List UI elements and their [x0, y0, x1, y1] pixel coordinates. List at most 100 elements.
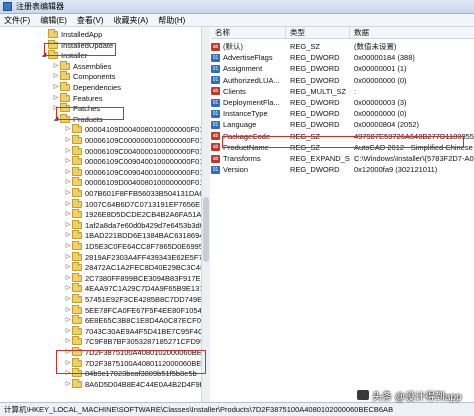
expand-toggle-icon[interactable]: ▷ [52, 103, 60, 114]
expand-toggle-icon[interactable]: ▷ [64, 241, 72, 252]
tree-node[interactable]: ▷ 28472AC1A2FEC8D40E29BC3C4B3F [64, 262, 210, 273]
expand-toggle-icon[interactable]: ▷ [64, 358, 72, 369]
expand-toggle-icon[interactable]: ▷ [64, 273, 72, 284]
expand-toggle-icon[interactable]: ▷ [52, 61, 60, 72]
column-type-header[interactable]: 类型 [286, 27, 350, 38]
tree-node[interactable]: ▷ 57451E92F3CE4285B8C7DD749E462 [64, 294, 209, 305]
tree-node[interactable]: ▷ 1BAD221BDD6E1384BAC63186945E3 [64, 230, 209, 241]
column-name-header[interactable]: 名称 [211, 27, 286, 38]
expand-toggle-icon[interactable]: ▷ [52, 71, 60, 82]
menu-item[interactable]: 收藏夹(A) [114, 15, 149, 26]
expand-toggle-icon[interactable]: ▷ [64, 315, 72, 326]
tree-node[interactable]: InstalledApp [40, 29, 102, 40]
expand-toggle-icon[interactable]: ▷ [52, 82, 60, 93]
tree-node[interactable]: ▷ 7D2F3875100A4080102000060BECB6AB [64, 347, 209, 358]
expand-toggle-icon[interactable]: ▷ [64, 167, 72, 178]
tree-node[interactable]: ▷ 007B601F8FFB56033B504131DA64D5093 [64, 188, 209, 199]
expand-toggle-icon[interactable]: ▷ [64, 347, 72, 358]
tree-node[interactable]: ◢ Installer [40, 50, 87, 61]
tree-node[interactable]: ▷ 2819AF2303A4FF439343E62E5F7E3 [64, 251, 209, 263]
tree-node[interactable]: ▷ 8A6D5D04B8E4C44E0A4B2D4F9F9B0 [64, 378, 209, 390]
value-data: 0x00000001 (1) [354, 64, 407, 74]
expand-toggle-icon[interactable]: ▷ [64, 220, 72, 231]
expand-toggle-icon[interactable]: ▷ [64, 156, 72, 167]
expand-toggle-icon[interactable]: ▷ [64, 188, 72, 199]
value-row[interactable]: 01 Version REG_DWORD 0x12000fa9 (302121011) [211, 164, 474, 175]
expand-toggle-icon[interactable]: ▷ [64, 199, 72, 210]
expand-toggle-icon[interactable]: ▷ [52, 93, 60, 104]
value-name-cell: 01 Assignment [211, 63, 286, 74]
menu-item[interactable]: 文件(F) [4, 15, 30, 26]
column-data-header[interactable]: 数据 [350, 27, 474, 38]
tree-node[interactable]: ▷ 84b9c17023bcaf3809b51f5b8e5b [64, 368, 197, 379]
tree-node[interactable]: ▷ 1926E8D5DCDE2CB4B2A6FA51AFE3F [64, 209, 209, 220]
tree-node[interactable]: ▷ 00006109D0040080100000000F01FEC [64, 177, 209, 188]
expand-toggle-icon[interactable]: ▷ [64, 146, 72, 157]
expand-toggle-icon[interactable]: ▷ [64, 283, 72, 294]
menu-item[interactable]: 查看(V) [77, 15, 104, 26]
tree-node[interactable]: ▷ 00006109C0090400100000000F01FEC [64, 166, 209, 178]
tree-scrollbar[interactable] [201, 27, 210, 402]
tree-node[interactable]: InstalledUpdate [40, 39, 114, 51]
value-data: 0x00000000 (0) [354, 75, 407, 85]
tree-node[interactable]: ▷ 5EE78FCA0FE67F5F4EE80F10548F38F2 [64, 304, 209, 316]
expand-toggle-icon[interactable]: ▷ [64, 336, 72, 347]
tree-node[interactable]: ▷ 00004109D0040080100000000F01FEC [64, 124, 209, 135]
value-row[interactable]: 01 Assignment REG_DWORD 0x00000001 (1) [211, 63, 474, 74]
tree-node[interactable]: ▷ Components [52, 71, 116, 82]
expand-toggle-icon[interactable]: ◢ [40, 50, 48, 61]
tree-node[interactable]: ◢ Products [52, 113, 103, 125]
value-row[interactable]: ab (默认) REG_SZ (数值未设置) [211, 41, 474, 52]
value-row[interactable]: ab PackageCode REG_SZ 497987E59726A648B277D… [211, 131, 474, 142]
expand-toggle-icon[interactable]: ▷ [64, 230, 72, 241]
expand-toggle-icon[interactable]: ▷ [64, 379, 72, 390]
value-list[interactable]: 名称 类型 数据 ab (默认) REG_SZ (数值未设置) 01 AdvertiseF… [211, 27, 474, 402]
tree-node[interactable]: ▷ 7043C30AE9A4F5D41BE7C95F4C1E8 [64, 325, 209, 337]
tree-node-label: Dependencies [73, 83, 121, 92]
expand-toggle-icon[interactable]: ▷ [64, 135, 72, 146]
expand-toggle-icon[interactable]: ▷ [64, 326, 72, 337]
tree-node[interactable]: ▷ 2C7380FF899BCE3094B83F917EF7FFE4 [64, 272, 209, 284]
tree-node[interactable]: ▷ Patches [52, 103, 100, 114]
tree-node[interactable]: ▷ 7C9F8B7BF3053287185271CFD99C [64, 336, 209, 347]
menu-item[interactable]: 帮助(H) [158, 15, 185, 26]
tree-node[interactable]: ▷ 1007C64B6D7C0713191EF7656E1F [64, 198, 209, 210]
expand-toggle-icon[interactable]: ▷ [64, 209, 72, 220]
expand-toggle-icon[interactable]: ▷ [64, 368, 72, 379]
value-row[interactable]: 01 Language REG_DWORD 0x00000804 (2052) [211, 119, 474, 130]
tree-node[interactable]: ▷ Assemblies [52, 60, 111, 72]
tree-node-label: 28472AC1A2FEC8D40E29BC3C4B3F [85, 263, 210, 273]
tree-node[interactable]: ▷ Dependencies [52, 82, 121, 93]
expand-toggle-icon[interactable]: ▷ [64, 252, 72, 263]
expand-toggle-icon[interactable]: ▷ [64, 305, 72, 316]
expand-toggle-icon[interactable]: ◢ [52, 114, 60, 125]
expand-toggle-icon[interactable]: ▷ [64, 177, 72, 188]
value-row[interactable]: ab ProductName REG_SZ AutoCAD 2012 - Simpli… [211, 142, 474, 153]
tree-node[interactable]: ▷ 00006109C0090400100000000F01FEC [64, 156, 209, 167]
tree-node[interactable]: ▷ 4EAA97C1A29C7D4A9F65B9E137A0CE [64, 283, 209, 294]
folder-icon [72, 156, 82, 166]
tree-node[interactable]: ▷ Features [52, 92, 103, 104]
tree-node[interactable]: ▷ 1D5E3C0FE64CC8F7865D0E69955BAC [64, 241, 209, 252]
value-row[interactable]: 01 DeploymentFla... REG_DWORD 0x00000003 (3… [211, 97, 474, 108]
tree-node-label: InstalledUpdate [61, 40, 114, 50]
value-type: REG_EXPAND_SZ [290, 154, 350, 163]
tree-node[interactable]: ▷ 1af2a8da7e60d0b429d7e6453b3d0182 [64, 219, 209, 231]
menu-item[interactable]: 编辑(E) [40, 15, 67, 26]
value-row[interactable]: 01 InstanceType REG_DWORD 0x00000000 (0) [211, 108, 474, 119]
expand-toggle-icon[interactable]: ▷ [64, 262, 72, 273]
value-row[interactable]: 01 AuthorizedLUA... REG_DWORD 0x00000000 (0… [211, 75, 474, 86]
value-name-cell: ab Transforms [211, 153, 286, 164]
scrollbar-thumb[interactable] [203, 197, 209, 262]
tree-node[interactable]: ▷ 00006109C0040000100000000F01FEC [64, 145, 209, 157]
value-row[interactable]: ab Transforms REG_EXPAND_SZ C:\Windows\Inst… [211, 153, 474, 164]
tree-node[interactable]: ▷ 7D2F3875100A4080112000060BECB6AB [64, 357, 209, 369]
value-row[interactable]: 01 AdvertiseFlags REG_DWORD 0x00000184 (388… [211, 52, 474, 63]
registry-tree[interactable]: InstalledApp InstalledUpdate ◢ Installer ▷ As… [0, 27, 210, 402]
expand-toggle-icon[interactable]: ▷ [64, 124, 72, 135]
expand-toggle-icon[interactable]: ▷ [64, 294, 72, 305]
value-row[interactable]: ab Clients REG_MULTI_SZ: [211, 86, 474, 97]
value-name: AuthorizedLUA... [223, 75, 280, 85]
tree-node[interactable]: ▷ 00006109C0000000100000000F01FEC [64, 135, 209, 146]
tree-node[interactable]: ▷ 6E8E65C3B8C1E8D4A0C87ECF06DB5 [64, 315, 209, 326]
